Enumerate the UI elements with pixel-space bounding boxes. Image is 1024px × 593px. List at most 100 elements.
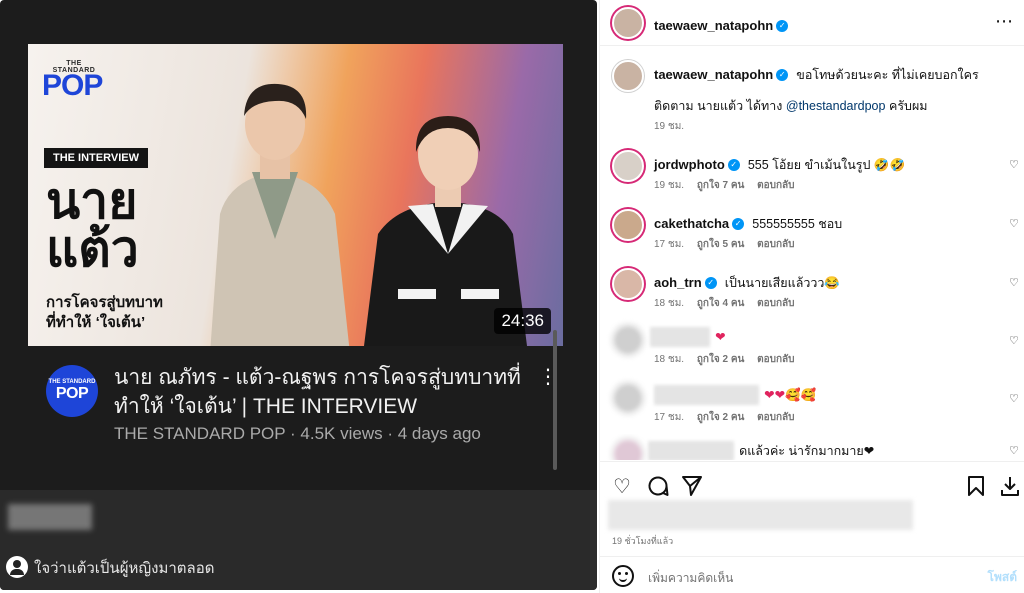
author-username[interactable]: taewaew_natapohn: [654, 18, 773, 33]
comment-text: 555555555 ชอบ: [752, 217, 843, 231]
thumbnail-headline-2: แต้ว: [46, 221, 139, 277]
comment-body: aoh_trn ✓ เป็นนายเสียแล้ววว😂: [654, 272, 840, 293]
reply-button[interactable]: ตอบกลับ: [757, 298, 794, 309]
post-time-ago: 19 ชั่วโมงที่แล้ว: [612, 536, 674, 546]
thumbnail-logo: POP: [42, 69, 103, 102]
caption-username[interactable]: taewaew_natapohn: [654, 67, 773, 82]
post-comment-button[interactable]: โพสต์: [988, 568, 1017, 587]
emoji-icon[interactable]: [612, 565, 634, 587]
like-comment-heart-icon[interactable]: ♡: [1009, 217, 1021, 230]
like-comment-heart-icon[interactable]: ♡: [1009, 392, 1021, 405]
more-options-icon[interactable]: ⋯: [995, 11, 1013, 32]
comment-text: 555 โอ้ยย ขำเม้นในรูป 🤣🤣: [747, 158, 906, 172]
commenter-avatar[interactable]: [612, 268, 644, 300]
reply-button[interactable]: ตอบกลับ: [757, 412, 794, 423]
reply-button[interactable]: ตอบกลับ: [757, 354, 794, 365]
comment-body: jordwphoto ✓ 555 โอ้ยย ขำเม้นในรูป 🤣🤣: [654, 154, 905, 175]
verified-badge-icon: ✓: [776, 68, 789, 81]
commenter-avatar[interactable]: [612, 382, 644, 414]
comment-likes[interactable]: ถูกใจ 7 คน: [697, 180, 745, 191]
comment-body: ดแล้วค่ะ น่ารักมากมาย❤: [648, 440, 874, 460]
comment-time: 17 ชม.: [654, 239, 685, 250]
caption-line2-prefix: ติดตาม นายแต้ว ได้ทาง: [654, 99, 783, 113]
caption-mention-link[interactable]: @thestandardpop: [786, 99, 886, 113]
channel-avatar-text: POP: [55, 385, 89, 402]
comment-text: ❤❤🥰🥰: [764, 388, 817, 402]
user-avatar-icon: [6, 556, 28, 578]
like-comment-heart-icon[interactable]: ♡: [1009, 158, 1021, 171]
comment-text: เป็นนายเสียแล้ววว😂: [724, 276, 840, 290]
redacted-username: [648, 440, 734, 460]
comment-likes[interactable]: ถูกใจ 2 คน: [697, 412, 745, 423]
caption-time: 19 ชม.: [654, 121, 685, 132]
commenter-avatar[interactable]: [612, 438, 644, 460]
thumbnail-headline-1: นาย: [46, 173, 138, 229]
like-comment-heart-icon[interactable]: ♡: [1009, 276, 1021, 289]
verified-badge-icon: ✓: [704, 276, 717, 289]
caption-avatar[interactable]: [612, 60, 644, 92]
redacted-username: [654, 384, 759, 405]
screenshot-comment-area: ใจว่าแต้วเป็นผู้หญิงมาตลอด: [0, 490, 597, 590]
verified-badge-icon: ✓: [732, 217, 745, 230]
scrollbar[interactable]: [553, 330, 557, 470]
comment-meta: 19 ชม. ถูกใจ 7 คน ตอบกลับ: [654, 178, 795, 193]
commenter-avatar[interactable]: [612, 150, 644, 182]
verified-badge-icon: ✓: [776, 19, 789, 32]
video-info-row: THE STANDARD POP นาย ณภัทร - แต้ว-ณฐพร ก…: [28, 360, 563, 450]
caption-text: ขอโทษด้วยนะคะ ที่ไม่เคยบอกใคร: [796, 68, 979, 82]
like-heart-icon[interactable]: ♡: [610, 474, 634, 498]
comment-time: 17 ชม.: [654, 412, 685, 423]
author-avatar[interactable]: [612, 7, 644, 39]
comment-body: cakethatcha ✓ 555555555 ชอบ: [654, 213, 842, 234]
comment-item: ดแล้วค่ะ น่ารักมากมาย❤ ♡: [600, 434, 1024, 460]
video-title[interactable]: นาย ณภัทร - แต้ว-ณฐพร การโคจรสู่บทบาทที่…: [114, 363, 524, 421]
comment-time: 19 ชม.: [654, 180, 685, 191]
thumbnail-tag: THE INTERVIEW: [44, 148, 148, 168]
comment-meta: 18 ชม. ถูกใจ 4 คน ตอบกลับ: [654, 296, 795, 311]
commenter-avatar[interactable]: [612, 324, 644, 356]
comment-likes[interactable]: ถูกใจ 5 คน: [697, 239, 745, 250]
add-comment-bar: เพิ่มความคิดเห็น โพสต์: [600, 556, 1024, 593]
video-thumbnail[interactable]: THE STANDARD POP THE INTERVIEW นาย แต้ว …: [28, 44, 563, 346]
comment-meta: 17 ชม. ถูกใจ 5 คน ตอบกลับ: [654, 237, 795, 252]
add-comment-input[interactable]: เพิ่มความคิดเห็น: [648, 569, 733, 588]
channel-avatar[interactable]: THE STANDARD POP: [46, 365, 98, 417]
reply-button[interactable]: ตอบกลับ: [757, 180, 794, 191]
more-vertical-icon[interactable]: ⋮: [538, 366, 558, 386]
verified-badge-icon: ✓: [727, 158, 740, 171]
commenter-username[interactable]: aoh_trn: [654, 275, 702, 290]
commenter-avatar[interactable]: [612, 209, 644, 241]
caption-line2-suffix: ครับผม: [888, 99, 928, 113]
caption-line2: ติดตาม นายแต้ว ได้ทาง @thestandardpop คร…: [654, 96, 928, 116]
comment-text: ดแล้วค่ะ น่ารักมากมาย❤: [739, 444, 875, 458]
comment-meta: 18 ชม. ถูกใจ 2 คน ตอบกลับ: [654, 352, 795, 367]
comment-time: 18 ชม.: [654, 354, 685, 365]
comment-time: 18 ชม.: [654, 298, 685, 309]
video-duration: 24:36: [494, 308, 551, 334]
comment-likes[interactable]: ถูกใจ 2 คน: [697, 354, 745, 365]
comment-body: ❤: [650, 326, 726, 347]
like-comment-heart-icon[interactable]: ♡: [1009, 444, 1021, 457]
commenter-username[interactable]: cakethatcha: [654, 216, 729, 231]
man-figure: [210, 83, 350, 346]
blurred-region: [8, 504, 92, 530]
comment-meta: 17 ชม. ถูกใจ 2 คน ตอบกลับ: [654, 410, 795, 425]
comment-body: ❤❤🥰🥰: [654, 384, 816, 405]
post-media-panel: THE STANDARD POP THE INTERVIEW นาย แต้ว …: [0, 0, 599, 593]
share-icon[interactable]: [680, 474, 704, 498]
instagram-comments-panel: taewaew_natapohn ✓ ⋯ taewaew_natapohn ✓ ขอ…: [599, 0, 1024, 593]
save-bookmark-icon[interactable]: [964, 474, 988, 498]
comment-likes[interactable]: ถูกใจ 4 คน: [697, 298, 745, 309]
post-header: taewaew_natapohn ✓ ⋯: [600, 0, 1024, 46]
commenter-username[interactable]: jordwphoto: [654, 157, 725, 172]
thumbnail-subtitle-2: ที่ทำให้ ‘ใจเต้น’: [46, 314, 146, 331]
screenshot-comment-text: ใจว่าแต้วเป็นผู้หญิงมาตลอด: [34, 560, 215, 577]
comment-text: ❤: [715, 330, 726, 344]
post-actions: ♡ 19 ชั่วโมงที่แล้ว เพิ่มความคิดเห็น โพส…: [600, 461, 1024, 593]
like-comment-heart-icon[interactable]: ♡: [1009, 334, 1021, 347]
author-info: taewaew_natapohn ✓: [654, 15, 791, 34]
download-icon[interactable]: [998, 474, 1022, 498]
post-image: THE STANDARD POP THE INTERVIEW นาย แต้ว …: [0, 0, 597, 590]
reply-button[interactable]: ตอบกลับ: [757, 239, 794, 250]
comment-icon[interactable]: [646, 474, 670, 498]
